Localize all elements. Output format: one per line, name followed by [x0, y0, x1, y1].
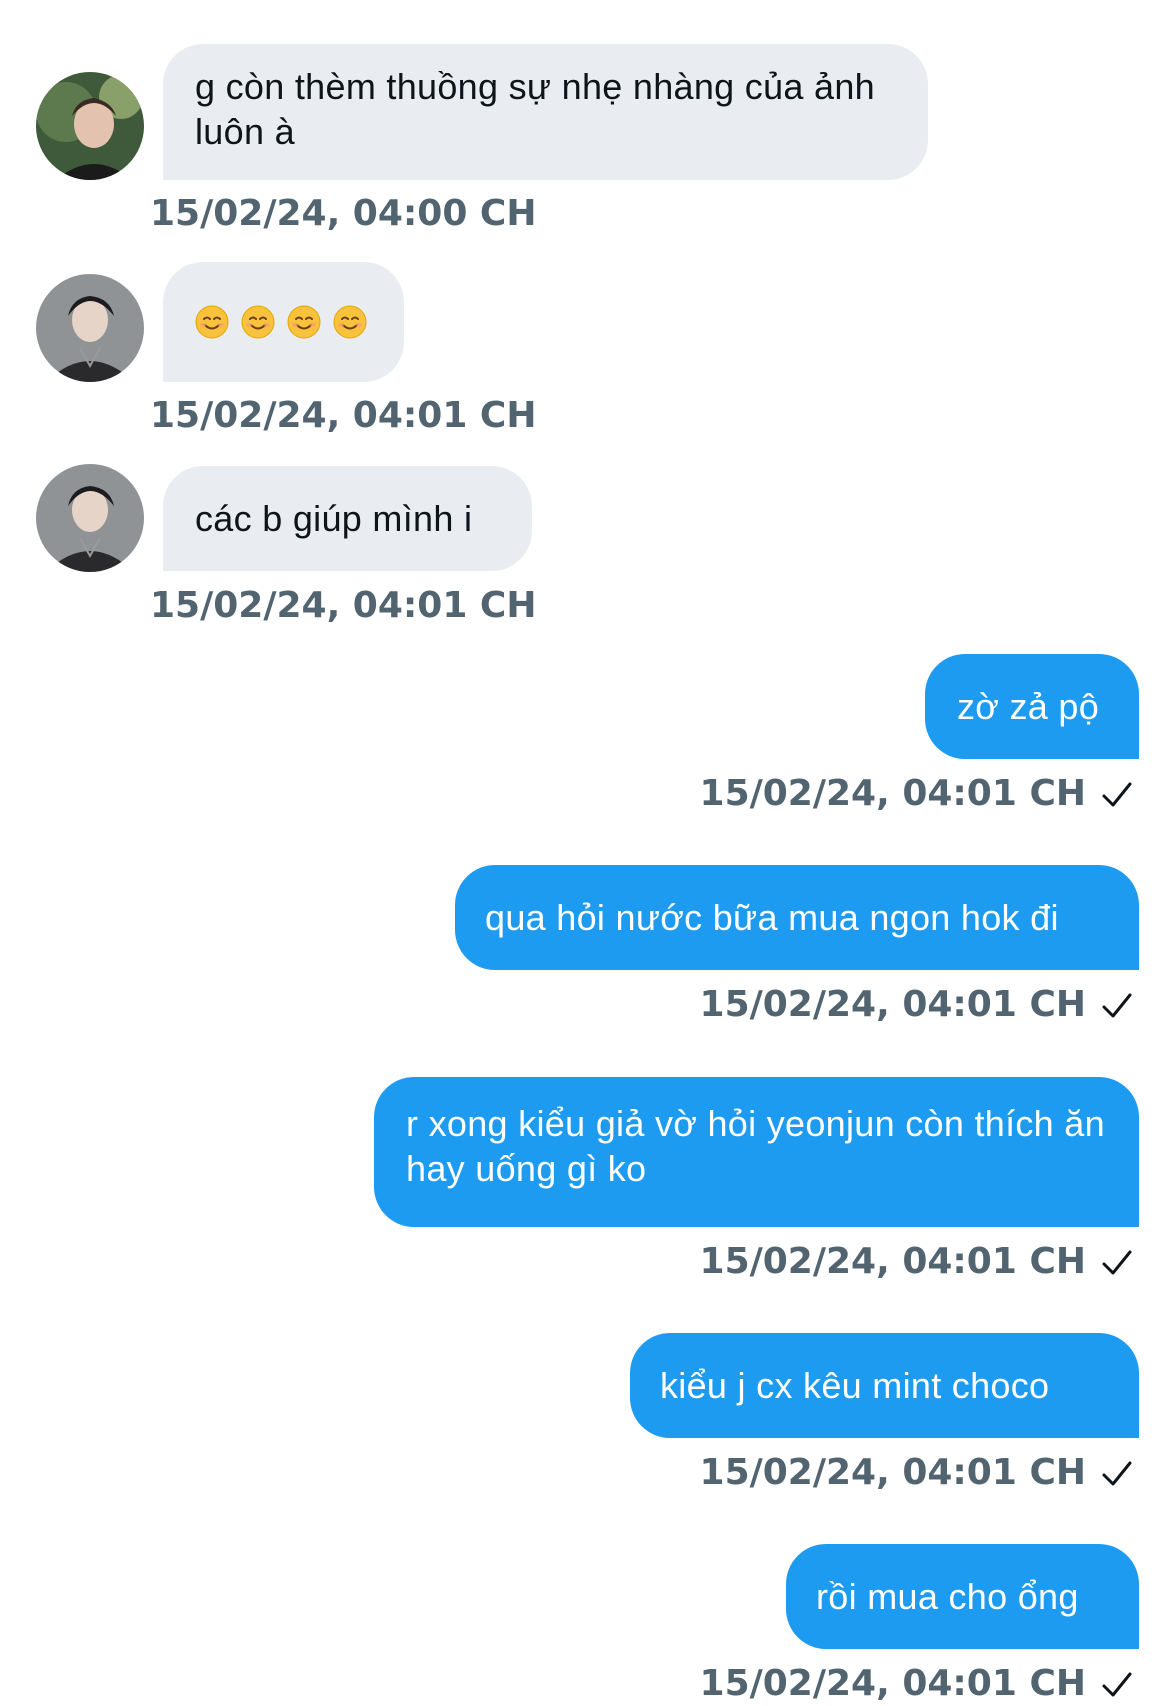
message-timestamp: 15/02/24, 04:01 CH	[699, 773, 1086, 814]
checkmark-icon	[1102, 993, 1132, 1018]
message-text: các b giúp mình i	[195, 498, 473, 539]
message-bubble-outgoing[interactable]: rồi mua cho ổng	[786, 1544, 1139, 1649]
message-bubble-incoming[interactable]	[163, 262, 404, 382]
message-text: zờ zả pộ	[957, 686, 1100, 727]
message-timestamp: 15/02/24, 04:01 CH	[150, 395, 537, 436]
message-bubble-incoming[interactable]: g còn thèm thuồng sự nhẹ nhàng của ảnh l…	[163, 44, 928, 180]
message-timestamp-row: 15/02/24, 04:01 CH	[700, 772, 1134, 816]
message-timestamp: 15/02/24, 04:01 CH	[699, 1663, 1086, 1704]
message-timestamp: 15/02/24, 04:01 CH	[699, 1452, 1086, 1493]
message-bubble-outgoing[interactable]: r xong kiểu giả vờ hỏi yeonjun còn thích…	[374, 1077, 1139, 1227]
message-timestamp: 15/02/24, 04:01 CH	[699, 1241, 1086, 1282]
checkmark-icon	[1102, 1461, 1132, 1486]
message-timestamp: 15/02/24, 04:01 CH	[150, 585, 537, 626]
message-timestamp-row: 15/02/24, 04:01 CH	[700, 1451, 1134, 1495]
message-text: qua hỏi nước bữa mua ngon hok đi	[485, 897, 1059, 938]
checkmark-icon	[1102, 782, 1132, 807]
smiling-face-emoji	[287, 305, 321, 339]
message-bubble-outgoing[interactable]: kiểu j cx kêu mint choco	[630, 1333, 1139, 1438]
message-text: g còn thèm thuồng sự nhẹ nhàng của ảnh l…	[195, 66, 876, 152]
smiling-face-emoji	[195, 305, 229, 339]
message-bubble-outgoing[interactable]: qua hỏi nước bữa mua ngon hok đi	[455, 865, 1139, 970]
smiling-face-emoji	[333, 305, 367, 339]
message-bubble-incoming[interactable]: các b giúp mình i	[163, 466, 532, 571]
message-bubble-outgoing[interactable]: zờ zả pộ	[925, 654, 1139, 759]
message-text: r xong kiểu giả vờ hỏi yeonjun còn thích…	[406, 1103, 1105, 1189]
message-timestamp: 15/02/24, 04:00 CH	[150, 193, 537, 234]
message-timestamp-row: 15/02/24, 04:01 CH	[700, 1662, 1134, 1706]
message-timestamp-row: 15/02/24, 04:01 CH	[700, 1240, 1134, 1284]
avatar[interactable]	[36, 274, 144, 382]
message-text: kiểu j cx kêu mint choco	[660, 1365, 1050, 1406]
message-timestamp-row: 15/02/24, 04:01 CH	[700, 983, 1134, 1027]
avatar[interactable]	[36, 72, 144, 180]
message-text: rồi mua cho ổng	[816, 1576, 1079, 1617]
smiling-face-emoji	[241, 305, 275, 339]
checkmark-icon	[1102, 1672, 1132, 1697]
message-timestamp: 15/02/24, 04:01 CH	[699, 984, 1086, 1025]
checkmark-icon	[1102, 1250, 1132, 1275]
avatar[interactable]	[36, 464, 144, 572]
